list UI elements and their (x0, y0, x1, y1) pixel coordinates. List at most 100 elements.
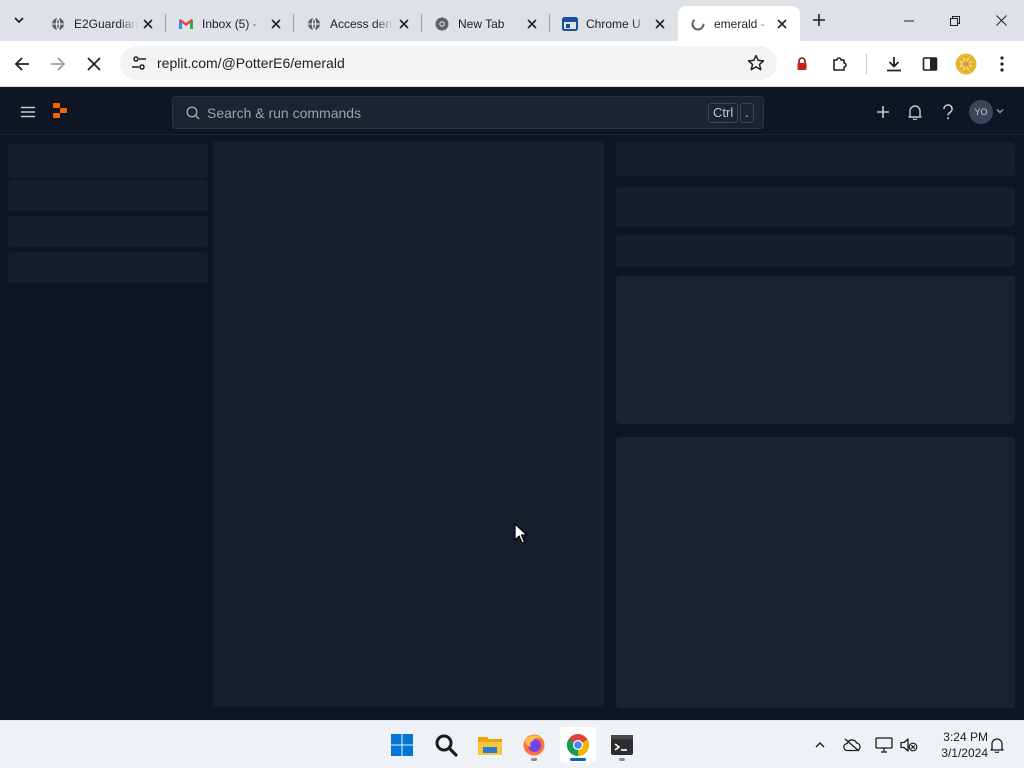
notifications-button[interactable] (904, 101, 926, 123)
minimize-button[interactable] (886, 0, 932, 41)
search-placeholder: Search & run commands (207, 105, 362, 121)
start-icon (391, 734, 413, 756)
replit-menu-button[interactable] (17, 101, 39, 123)
skeleton-file-item (8, 144, 208, 177)
close-tab-icon[interactable] (522, 14, 542, 34)
arrow-left-icon (14, 57, 29, 71)
replit-header: Search & run commands Ctrl . YO (0, 88, 1024, 135)
chrome-menu-button[interactable] (988, 50, 1016, 78)
terminal-icon (611, 735, 633, 755)
close-tab-icon[interactable] (772, 14, 792, 34)
clock-date: 3/1/2024 (941, 746, 988, 760)
chevron-down-icon[interactable] (995, 106, 1005, 116)
skeleton-file-item (8, 216, 208, 247)
skeleton-pane-header (616, 142, 1015, 176)
close-tab-icon[interactable] (650, 14, 670, 34)
taskbar-terminal[interactable] (604, 727, 640, 763)
tab-title: New Tab (458, 16, 505, 31)
profile-button[interactable] (952, 50, 980, 78)
bell-icon (908, 105, 922, 120)
new-tab-button[interactable] (808, 9, 830, 31)
browser-tab[interactable]: Access den (294, 6, 422, 41)
close-window-button[interactable] (978, 0, 1024, 41)
plus-icon (877, 106, 889, 118)
help-button[interactable] (937, 101, 959, 123)
extensions-button[interactable] (826, 50, 854, 78)
onedrive-tray-button[interactable] (842, 735, 862, 755)
tab-search-button[interactable] (7, 8, 31, 32)
taskbar-clock[interactable]: 3:24 PM 3/1/2024 (926, 729, 988, 761)
chevron-down-icon (14, 17, 24, 24)
site-info-icon[interactable] (128, 52, 150, 74)
loading-spinner-icon (690, 16, 706, 32)
volume-tray-button[interactable] (899, 735, 919, 755)
browser-tab[interactable]: Chrome U (550, 6, 678, 41)
browser-tab-strip: E2Guardian Inbox (5) - Access den New Ta (0, 0, 1024, 41)
cloud-offline-icon (843, 738, 861, 752)
stop-loading-button[interactable] (80, 50, 108, 78)
url-text: replit.com/@PotterE6/emerald (157, 55, 345, 71)
create-button[interactable] (872, 101, 894, 123)
running-indicator (531, 758, 537, 761)
mouse-cursor-icon (514, 523, 528, 544)
lock-icon (797, 57, 807, 70)
firefox-icon (523, 734, 545, 756)
puzzle-icon (833, 57, 847, 71)
replit-logo-icon[interactable] (51, 102, 69, 120)
file-explorer-icon (478, 737, 502, 755)
chrome-icon (434, 16, 450, 32)
tab-title: Chrome U (586, 16, 641, 31)
download-icon (887, 57, 901, 72)
show-hidden-icons-button[interactable] (810, 735, 830, 755)
browser-tab[interactable]: New Tab (422, 6, 550, 41)
minimize-icon (904, 20, 914, 21)
user-avatar[interactable]: YO (969, 100, 993, 124)
close-tab-icon[interactable] (266, 14, 286, 34)
tab-title: Access den (330, 16, 393, 31)
side-panel-button[interactable] (916, 50, 944, 78)
extension-lock-button[interactable] (788, 50, 816, 78)
taskbar-chrome[interactable] (560, 727, 596, 763)
tab-list: E2Guardian Inbox (5) - Access den New Ta (38, 6, 800, 41)
more-vertical-icon (1000, 56, 1004, 72)
taskbar-firefox[interactable] (516, 727, 552, 763)
chevron-up-icon (815, 742, 825, 748)
taskbar-search-button[interactable] (428, 727, 464, 763)
hamburger-menu-icon (21, 106, 35, 118)
close-tab-icon[interactable] (394, 14, 414, 34)
browser-toolbar: replit.com/@PotterE6/emerald (0, 41, 1024, 87)
command-search-bar[interactable]: Search & run commands Ctrl . (172, 96, 764, 129)
close-icon (87, 57, 101, 71)
downloads-button[interactable] (880, 50, 908, 78)
running-indicator (619, 758, 625, 761)
workspace-loading (0, 135, 1024, 720)
back-button[interactable] (8, 50, 36, 78)
gmail-icon (178, 16, 194, 32)
shortcut-key-period: . (740, 103, 754, 123)
windows-taskbar: 3:24 PM 3/1/2024 (0, 720, 1024, 768)
skeleton-pane-block (616, 235, 1015, 267)
restore-button[interactable] (932, 0, 978, 41)
taskbar-file-explorer[interactable] (472, 727, 508, 763)
notification-center-button[interactable] (987, 735, 1007, 755)
forward-button[interactable] (44, 50, 72, 78)
arrow-right-icon (51, 57, 66, 71)
tab-title: E2Guardian (74, 16, 138, 31)
skeleton-file-item (8, 180, 208, 211)
skeleton-pane-block (616, 187, 1015, 227)
question-mark-icon (943, 104, 953, 120)
start-button[interactable] (384, 727, 420, 763)
plus-icon (813, 14, 825, 26)
skeleton-file-item (8, 252, 208, 283)
browser-tab[interactable]: Inbox (5) - (166, 6, 294, 41)
close-tab-icon[interactable] (138, 14, 158, 34)
bookmark-star-icon[interactable] (745, 52, 767, 74)
browser-tab-active[interactable]: emerald - (678, 6, 800, 41)
bell-icon (990, 738, 1004, 753)
network-tray-button[interactable] (874, 735, 894, 755)
globe-icon (306, 16, 322, 32)
volume-muted-icon (900, 738, 918, 752)
close-icon (995, 15, 1007, 26)
browser-tab[interactable]: E2Guardian (38, 6, 166, 41)
address-bar[interactable]: replit.com/@PotterE6/emerald (120, 46, 777, 80)
